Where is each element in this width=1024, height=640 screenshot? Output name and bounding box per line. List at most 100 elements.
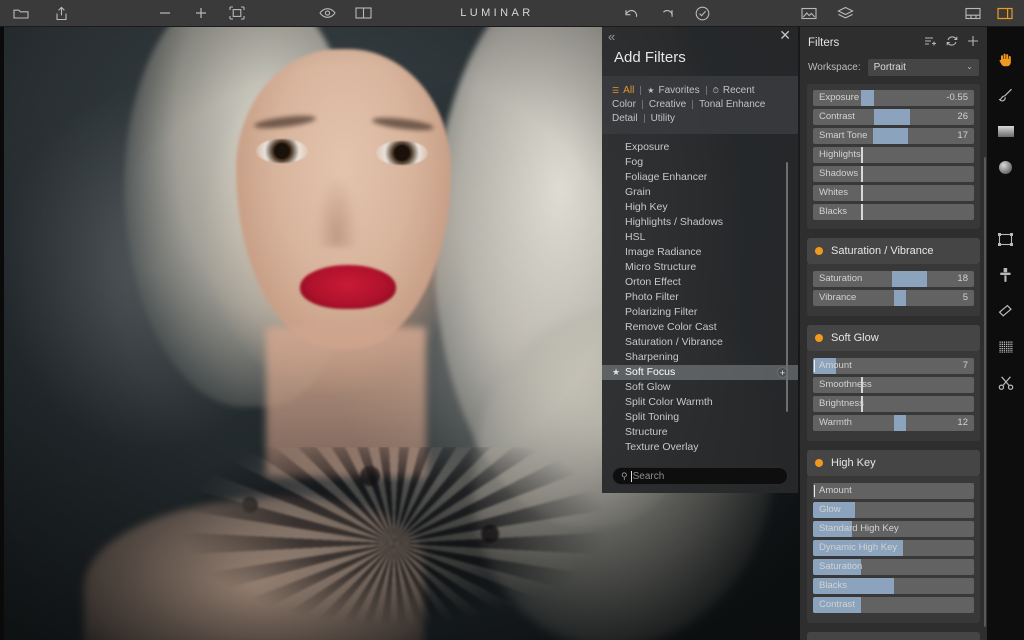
undo-icon[interactable] (622, 4, 640, 22)
category-utility[interactable]: Utility (645, 113, 681, 124)
filter-list-item[interactable]: Photo Filter (602, 290, 798, 305)
slider-value: 7 (963, 360, 968, 371)
filter-list-item-label: Photo Filter (625, 291, 679, 303)
filter-list-scrollbar[interactable] (786, 162, 788, 412)
slider-control[interactable]: Glow (813, 502, 974, 518)
slider-control[interactable]: Contrast26 (813, 109, 974, 125)
category-all[interactable]: ☰ All (612, 85, 640, 96)
filter-list-item[interactable]: Highlights / Shadows (602, 215, 798, 230)
workspace-select[interactable]: Portrait ⌄ (868, 59, 979, 76)
slider-control[interactable]: Saturation18 (813, 271, 974, 287)
scissors-tool-icon[interactable] (995, 373, 1017, 393)
category-favorites[interactable]: ★ Favorites (641, 85, 705, 96)
filter-list-item[interactable]: Texture Overlay (602, 440, 798, 455)
slider-control[interactable]: Dynamic High Key (813, 540, 974, 556)
filter-list-item[interactable]: Soft Glow (602, 380, 798, 395)
filter-list-item[interactable]: Polarizing Filter (602, 305, 798, 320)
slider-control[interactable]: Smoothness (813, 377, 974, 393)
filter-list-item[interactable]: Foliage Enhancer (602, 170, 798, 185)
denoise-tool-icon[interactable] (995, 337, 1017, 357)
gradient-mask-icon[interactable] (995, 121, 1017, 141)
slider-thumb[interactable] (894, 290, 907, 306)
category-creative[interactable]: Creative (643, 99, 692, 110)
slider-control[interactable]: Saturation (813, 559, 974, 575)
check-circle-icon[interactable] (694, 4, 712, 22)
filter-list-item[interactable]: Exposure (602, 140, 798, 155)
filter-group-title: High Key (831, 457, 876, 469)
slider-control[interactable]: Vibrance5 (813, 290, 974, 306)
slider-control[interactable]: Shadows (813, 166, 974, 182)
filter-list-item[interactable]: Remove Color Cast (602, 320, 798, 335)
slider-thumb[interactable] (874, 109, 909, 125)
slider-control[interactable]: Brightness (813, 396, 974, 412)
slider-control[interactable]: Amount (813, 483, 974, 499)
clone-stamp-icon[interactable] (995, 265, 1017, 285)
zoom-out-icon[interactable] (156, 4, 174, 22)
filter-group-header[interactable]: High Key (807, 450, 980, 476)
filter-list-item[interactable]: Sharpening (602, 350, 798, 365)
filter-enabled-dot-icon[interactable] (815, 334, 823, 342)
redo-icon[interactable] (658, 4, 676, 22)
slider-control[interactable]: Blacks (813, 204, 974, 220)
eye-icon[interactable] (318, 4, 336, 22)
filter-list[interactable]: ExposureFogFoliage EnhancerGrainHigh Key… (602, 134, 798, 461)
plus-icon[interactable] (967, 34, 979, 52)
sort-add-icon[interactable] (924, 34, 937, 52)
filter-group-body: Amount7 Smoothness Brightness Warmth12 (807, 351, 980, 441)
filter-list-item[interactable]: HSL (602, 230, 798, 245)
slider-control[interactable]: Whites (813, 185, 974, 201)
zoom-in-icon[interactable] (192, 4, 210, 22)
slider-thumb[interactable] (892, 271, 927, 287)
reset-icon[interactable] (946, 34, 958, 52)
filter-list-item[interactable]: Fog (602, 155, 798, 170)
slider-control[interactable]: Standard High Key (813, 521, 974, 537)
search-input[interactable]: ⚲ Search (612, 467, 788, 485)
slider-thumb[interactable] (861, 90, 874, 106)
filter-group-header[interactable]: Soft Glow (807, 325, 980, 351)
slider-control[interactable]: Warmth12 (813, 415, 974, 431)
category-recent[interactable]: ⏱ Recent (707, 85, 761, 96)
close-icon[interactable]: ✕ (779, 28, 791, 42)
compare-split-icon[interactable] (354, 4, 372, 22)
slider-control[interactable]: Exposure-0.55 (813, 90, 974, 106)
collapse-icon[interactable]: « (608, 29, 615, 44)
slider-control[interactable]: Amount7 (813, 358, 974, 374)
filter-group-header[interactable]: Saturation / Vibrance (807, 238, 980, 264)
filter-list-item[interactable]: Orton Effect (602, 275, 798, 290)
radial-mask-icon[interactable] (995, 157, 1017, 177)
hand-tool-icon[interactable] (995, 49, 1017, 69)
filter-list-item[interactable]: High Key (602, 200, 798, 215)
right-panel-icon[interactable] (996, 4, 1014, 22)
category-detail[interactable]: Detail (612, 113, 644, 124)
image-icon[interactable] (800, 4, 818, 22)
brush-tool-icon[interactable] (995, 85, 1017, 105)
filters-panel-scrollbar[interactable] (984, 157, 986, 627)
filter-list-item[interactable]: ★Soft Focus+ (602, 365, 798, 380)
favorite-star-icon[interactable]: ★ (612, 365, 620, 380)
bottom-panel-icon[interactable] (964, 4, 982, 22)
crop-tool-icon[interactable] (995, 229, 1017, 249)
slider-thumb[interactable] (894, 415, 907, 431)
slider-control[interactable]: Contrast (813, 597, 974, 613)
filter-list-item[interactable]: Image Radiance (602, 245, 798, 260)
slider-control[interactable]: Highlights (813, 147, 974, 163)
filter-group-header[interactable]: Vignette (807, 632, 980, 640)
layers-icon[interactable] (836, 4, 854, 22)
filter-list-item[interactable]: Saturation / Vibrance (602, 335, 798, 350)
slider-control[interactable]: Smart Tone17 (813, 128, 974, 144)
slider-thumb[interactable] (873, 128, 908, 144)
share-icon[interactable] (52, 4, 70, 22)
filter-enabled-dot-icon[interactable] (815, 459, 823, 467)
filter-list-item[interactable]: Micro Structure (602, 260, 798, 275)
folder-icon[interactable] (12, 4, 30, 22)
category-tonal-enhance[interactable]: Tonal Enhance (693, 99, 771, 110)
slider-control[interactable]: Blacks (813, 578, 974, 594)
filter-list-item[interactable]: Split Toning (602, 410, 798, 425)
filter-enabled-dot-icon[interactable] (815, 247, 823, 255)
fit-to-screen-icon[interactable] (228, 4, 246, 22)
category-color[interactable]: Color (612, 99, 642, 110)
filter-list-item[interactable]: Structure (602, 425, 798, 440)
filter-list-item[interactable]: Grain (602, 185, 798, 200)
eraser-tool-icon[interactable] (995, 301, 1017, 321)
filter-list-item[interactable]: Split Color Warmth (602, 395, 798, 410)
